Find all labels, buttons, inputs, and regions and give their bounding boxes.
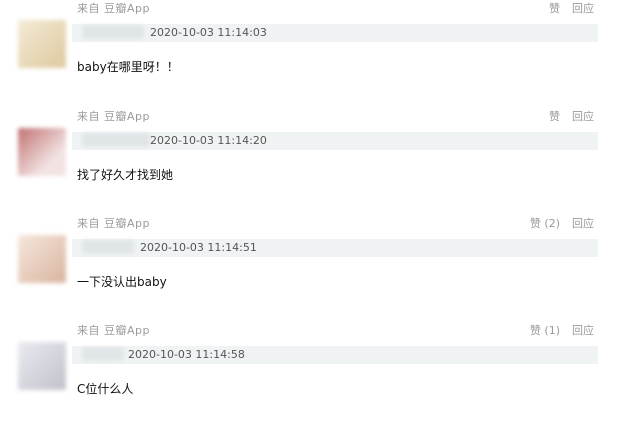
avatar[interactable] xyxy=(18,342,66,390)
like-button[interactable]: 赞 xyxy=(549,108,560,124)
comment-meta-bar: 2020-10-03 11:14:58 xyxy=(72,346,598,364)
comment-text: C位什么人 xyxy=(77,382,134,396)
reply-button[interactable]: 回应 xyxy=(572,322,594,338)
comment-text: 找了好久才找到她 xyxy=(77,168,174,182)
comment-actions: 赞 回应 xyxy=(549,0,594,16)
avatar[interactable] xyxy=(18,20,66,68)
reply-button[interactable]: 回应 xyxy=(572,108,594,124)
comment-timestamp: 2020-10-03 11:14:20 xyxy=(150,134,267,147)
comment-meta-bar: 2020-10-03 11:14:51 xyxy=(72,239,598,257)
username-blurred[interactable] xyxy=(82,25,144,39)
comment-timestamp: 2020-10-03 11:14:58 xyxy=(128,348,245,361)
comment-text: baby在哪里呀！！ xyxy=(77,60,179,74)
comment-actions: 赞 (2) 回应 xyxy=(530,215,594,231)
comment-item: 来自 豆瓣App 赞 回应 2020-10-03 11:14:03 baby在哪… xyxy=(0,0,640,108)
comment-source: 来自 豆瓣App xyxy=(77,110,150,123)
comment-source: 来自 豆瓣App xyxy=(77,217,150,230)
reply-button[interactable]: 回应 xyxy=(572,215,594,231)
comment-actions: 赞 (1) 回应 xyxy=(530,322,594,338)
comment-text: 一下没认出baby xyxy=(77,275,167,289)
comment-source: 来自 豆瓣App xyxy=(77,324,150,337)
reply-button[interactable]: 回应 xyxy=(572,0,594,16)
avatar[interactable] xyxy=(18,235,66,283)
like-button[interactable]: 赞 xyxy=(549,0,560,16)
avatar[interactable] xyxy=(18,128,66,176)
comment-timestamp: 2020-10-03 11:14:51 xyxy=(140,241,257,254)
comment-item: 来自 豆瓣App 赞 回应 2020-10-03 11:14:20 找了好久才找… xyxy=(0,108,640,216)
comment-actions: 赞 回应 xyxy=(549,108,594,124)
username-blurred[interactable] xyxy=(82,240,134,254)
username-blurred[interactable] xyxy=(82,347,124,361)
comment-timestamp: 2020-10-03 11:14:03 xyxy=(150,26,267,39)
comment-source: 来自 豆瓣App xyxy=(77,2,150,15)
comment-item: 来自 豆瓣App 赞 (2) 回应 2020-10-03 11:14:51 一下… xyxy=(0,215,640,323)
comment-meta-bar: 2020-10-03 11:14:03 xyxy=(72,24,598,42)
comment-meta-bar: 2020-10-03 11:14:20 xyxy=(72,132,598,150)
comment-item: 来自 豆瓣App 赞 (1) 回应 2020-10-03 11:14:58 C位… xyxy=(0,322,640,421)
like-button[interactable]: 赞 (1) xyxy=(530,322,560,338)
like-button[interactable]: 赞 (2) xyxy=(530,215,560,231)
username-blurred[interactable] xyxy=(82,133,150,147)
